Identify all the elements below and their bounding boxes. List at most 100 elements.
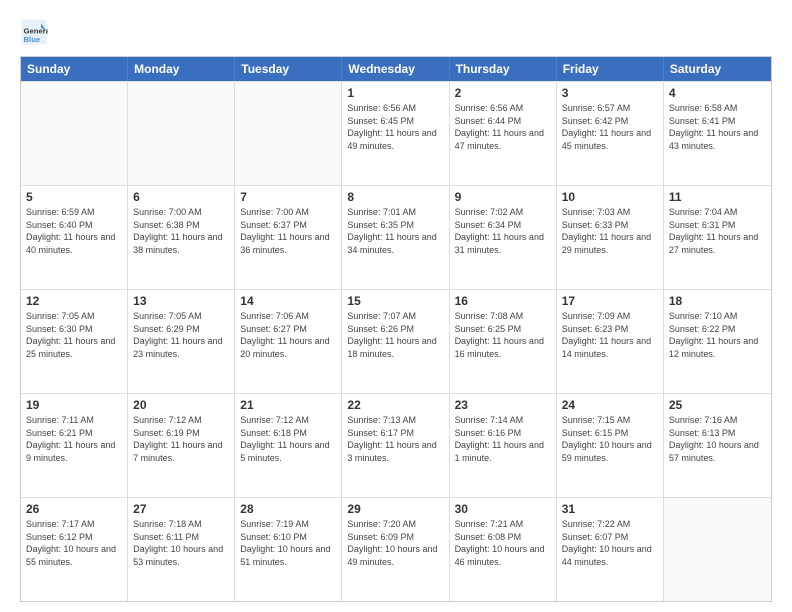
cell-daylight-text: Sunrise: 7:06 AM Sunset: 6:27 PM Dayligh…: [240, 310, 336, 360]
day-number: 24: [562, 398, 658, 412]
day-number: 9: [455, 190, 551, 204]
calendar-cell: 21 Sunrise: 7:12 AM Sunset: 6:18 PM Dayli…: [235, 394, 342, 497]
calendar-cell: [664, 498, 771, 601]
calendar-cell: 2 Sunrise: 6:56 AM Sunset: 6:44 PM Daylig…: [450, 82, 557, 185]
cell-daylight-text: Sunrise: 7:08 AM Sunset: 6:25 PM Dayligh…: [455, 310, 551, 360]
day-number: 3: [562, 86, 658, 100]
day-number: 30: [455, 502, 551, 516]
cell-daylight-text: Sunrise: 7:05 AM Sunset: 6:30 PM Dayligh…: [26, 310, 122, 360]
calendar-cell: 31 Sunrise: 7:22 AM Sunset: 6:07 PM Dayli…: [557, 498, 664, 601]
calendar-body: 1Sunrise: 6:56 AM Sunset: 6:45 PM Daylig…: [21, 81, 771, 601]
calendar-cell: 1Sunrise: 6:56 AM Sunset: 6:45 PM Daylig…: [342, 82, 449, 185]
calendar-cell: 19 Sunrise: 7:11 AM Sunset: 6:21 PM Dayli…: [21, 394, 128, 497]
calendar-cell: 9 Sunrise: 7:02 AM Sunset: 6:34 PM Daylig…: [450, 186, 557, 289]
calendar-cell: [21, 82, 128, 185]
day-number: 29: [347, 502, 443, 516]
calendar-cell: 5Sunrise: 6:59 AM Sunset: 6:40 PM Daylig…: [21, 186, 128, 289]
svg-text:General: General: [24, 26, 49, 35]
logo: General Blue: [20, 18, 52, 46]
calendar-cell: 17Sunrise: 7:09 AM Sunset: 6:23 PM Dayli…: [557, 290, 664, 393]
cell-daylight-text: Sunrise: 7:00 AM Sunset: 6:37 PM Dayligh…: [240, 206, 336, 256]
day-number: 16: [455, 294, 551, 308]
page: General Blue SundayMondayTuesdayWednesda…: [0, 0, 792, 612]
day-number: 27: [133, 502, 229, 516]
calendar-header-day: Monday: [128, 57, 235, 81]
day-number: 6: [133, 190, 229, 204]
cell-daylight-text: Sunrise: 7:03 AM Sunset: 6:33 PM Dayligh…: [562, 206, 658, 256]
cell-daylight-text: Sunrise: 7:12 AM Sunset: 6:19 PM Dayligh…: [133, 414, 229, 464]
day-number: 11: [669, 190, 766, 204]
day-number: 28: [240, 502, 336, 516]
cell-daylight-text: Sunrise: 6:57 AM Sunset: 6:42 PM Dayligh…: [562, 102, 658, 152]
calendar-week-row: 1Sunrise: 6:56 AM Sunset: 6:45 PM Daylig…: [21, 81, 771, 185]
calendar-cell: 28Sunrise: 7:19 AM Sunset: 6:10 PM Dayli…: [235, 498, 342, 601]
calendar-cell: 23 Sunrise: 7:14 AM Sunset: 6:16 PM Dayli…: [450, 394, 557, 497]
calendar-cell: 24 Sunrise: 7:15 AM Sunset: 6:15 PM Dayli…: [557, 394, 664, 497]
calendar-week-row: 12 Sunrise: 7:05 AM Sunset: 6:30 PM Dayli…: [21, 289, 771, 393]
calendar-header: SundayMondayTuesdayWednesdayThursdayFrid…: [21, 57, 771, 81]
day-number: 15: [347, 294, 443, 308]
day-number: 7: [240, 190, 336, 204]
calendar-cell: 26 Sunrise: 7:17 AM Sunset: 6:12 PM Dayli…: [21, 498, 128, 601]
cell-daylight-text: Sunrise: 7:22 AM Sunset: 6:07 PM Dayligh…: [562, 518, 658, 568]
day-number: 25: [669, 398, 766, 412]
day-number: 19: [26, 398, 122, 412]
calendar-cell: 8 Sunrise: 7:01 AM Sunset: 6:35 PM Daylig…: [342, 186, 449, 289]
cell-daylight-text: Sunrise: 7:15 AM Sunset: 6:15 PM Dayligh…: [562, 414, 658, 464]
calendar-cell: 18Sunrise: 7:10 AM Sunset: 6:22 PM Dayli…: [664, 290, 771, 393]
day-number: 21: [240, 398, 336, 412]
calendar-cell: 29 Sunrise: 7:20 AM Sunset: 6:09 PM Dayli…: [342, 498, 449, 601]
calendar-cell: 13Sunrise: 7:05 AM Sunset: 6:29 PM Dayli…: [128, 290, 235, 393]
calendar-cell: 3 Sunrise: 6:57 AM Sunset: 6:42 PM Daylig…: [557, 82, 664, 185]
calendar-cell: [128, 82, 235, 185]
cell-daylight-text: Sunrise: 7:17 AM Sunset: 6:12 PM Dayligh…: [26, 518, 122, 568]
calendar-cell: 4Sunrise: 6:58 AM Sunset: 6:41 PM Daylig…: [664, 82, 771, 185]
calendar-cell: 15 Sunrise: 7:07 AM Sunset: 6:26 PM Dayli…: [342, 290, 449, 393]
calendar-cell: 27 Sunrise: 7:18 AM Sunset: 6:11 PM Dayli…: [128, 498, 235, 601]
calendar-week-row: 19 Sunrise: 7:11 AM Sunset: 6:21 PM Dayli…: [21, 393, 771, 497]
cell-daylight-text: Sunrise: 7:10 AM Sunset: 6:22 PM Dayligh…: [669, 310, 766, 360]
calendar-cell: 14Sunrise: 7:06 AM Sunset: 6:27 PM Dayli…: [235, 290, 342, 393]
calendar-cell: 20 Sunrise: 7:12 AM Sunset: 6:19 PM Dayli…: [128, 394, 235, 497]
day-number: 20: [133, 398, 229, 412]
cell-daylight-text: Sunrise: 7:07 AM Sunset: 6:26 PM Dayligh…: [347, 310, 443, 360]
calendar-cell: 12 Sunrise: 7:05 AM Sunset: 6:30 PM Dayli…: [21, 290, 128, 393]
day-number: 12: [26, 294, 122, 308]
cell-daylight-text: Sunrise: 7:12 AM Sunset: 6:18 PM Dayligh…: [240, 414, 336, 464]
day-number: 22: [347, 398, 443, 412]
day-number: 26: [26, 502, 122, 516]
calendar-cell: 22 Sunrise: 7:13 AM Sunset: 6:17 PM Dayli…: [342, 394, 449, 497]
day-number: 23: [455, 398, 551, 412]
cell-daylight-text: Sunrise: 7:21 AM Sunset: 6:08 PM Dayligh…: [455, 518, 551, 568]
calendar-header-day: Tuesday: [235, 57, 342, 81]
svg-text:Blue: Blue: [24, 35, 41, 44]
calendar-cell: 7 Sunrise: 7:00 AM Sunset: 6:37 PM Daylig…: [235, 186, 342, 289]
calendar-cell: 6Sunrise: 7:00 AM Sunset: 6:38 PM Daylig…: [128, 186, 235, 289]
calendar-cell: [235, 82, 342, 185]
day-number: 31: [562, 502, 658, 516]
cell-daylight-text: Sunrise: 7:11 AM Sunset: 6:21 PM Dayligh…: [26, 414, 122, 464]
day-number: 2: [455, 86, 551, 100]
day-number: 8: [347, 190, 443, 204]
cell-daylight-text: Sunrise: 7:13 AM Sunset: 6:17 PM Dayligh…: [347, 414, 443, 464]
calendar-cell: 10 Sunrise: 7:03 AM Sunset: 6:33 PM Dayli…: [557, 186, 664, 289]
calendar-cell: 25Sunrise: 7:16 AM Sunset: 6:13 PM Dayli…: [664, 394, 771, 497]
calendar-header-day: Wednesday: [342, 57, 449, 81]
day-number: 13: [133, 294, 229, 308]
cell-daylight-text: Sunrise: 7:18 AM Sunset: 6:11 PM Dayligh…: [133, 518, 229, 568]
cell-daylight-text: Sunrise: 6:56 AM Sunset: 6:45 PM Dayligh…: [347, 102, 443, 152]
calendar-cell: 30 Sunrise: 7:21 AM Sunset: 6:08 PM Dayli…: [450, 498, 557, 601]
day-number: 10: [562, 190, 658, 204]
cell-daylight-text: Sunrise: 7:04 AM Sunset: 6:31 PM Dayligh…: [669, 206, 766, 256]
cell-daylight-text: Sunrise: 7:14 AM Sunset: 6:16 PM Dayligh…: [455, 414, 551, 464]
cell-daylight-text: Sunrise: 6:56 AM Sunset: 6:44 PM Dayligh…: [455, 102, 551, 152]
calendar-header-day: Sunday: [21, 57, 128, 81]
cell-daylight-text: Sunrise: 7:20 AM Sunset: 6:09 PM Dayligh…: [347, 518, 443, 568]
calendar-header-day: Friday: [557, 57, 664, 81]
cell-daylight-text: Sunrise: 7:01 AM Sunset: 6:35 PM Dayligh…: [347, 206, 443, 256]
cell-daylight-text: Sunrise: 7:02 AM Sunset: 6:34 PM Dayligh…: [455, 206, 551, 256]
calendar-header-day: Saturday: [664, 57, 771, 81]
logo-icon: General Blue: [20, 18, 48, 46]
calendar: SundayMondayTuesdayWednesdayThursdayFrid…: [20, 56, 772, 602]
day-number: 4: [669, 86, 766, 100]
